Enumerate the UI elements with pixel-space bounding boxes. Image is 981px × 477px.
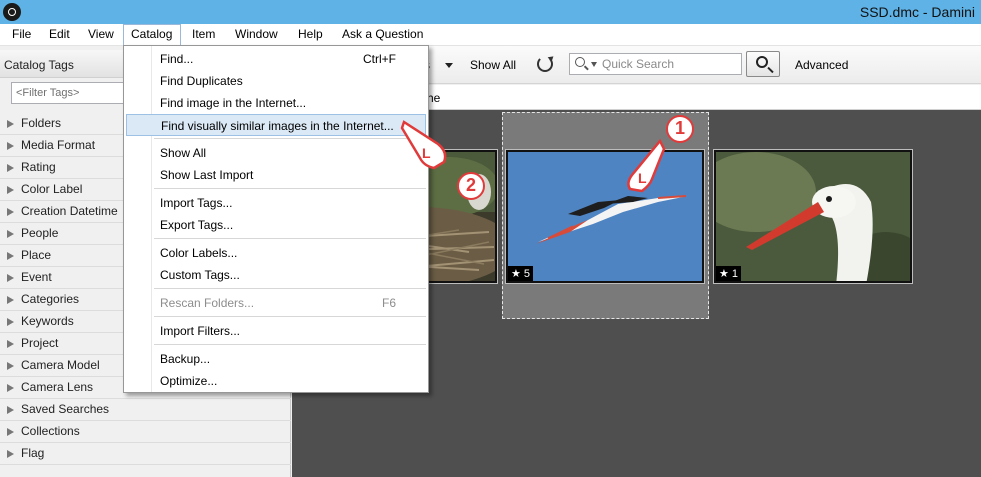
tree-item-flag[interactable]: Flag: [0, 443, 291, 465]
tap-hand-icon: L: [627, 138, 666, 193]
tap-hand-icon: L: [400, 120, 447, 170]
menu-custom-tags[interactable]: Custom Tags...: [126, 264, 426, 286]
menu-separator: [154, 288, 426, 289]
menu-ask-question[interactable]: Ask a Question: [335, 24, 430, 46]
expand-arrow-icon[interactable]: [7, 450, 14, 458]
menu-catalog[interactable]: Catalog: [123, 24, 181, 46]
window-title: SSD.dmc - Damini: [859, 4, 975, 20]
menu-window[interactable]: Window: [228, 24, 285, 46]
flying-stork-image: [508, 152, 702, 281]
menu-separator: [154, 316, 426, 317]
expand-arrow-icon[interactable]: [7, 142, 14, 150]
magnifier-icon: [756, 56, 768, 68]
stork-head-image: [716, 152, 910, 281]
expand-arrow-icon[interactable]: [7, 406, 14, 414]
menu-import-tags[interactable]: Import Tags...: [126, 192, 426, 214]
panel-title: Catalog Tags: [4, 58, 74, 72]
menu-find-similar-internet[interactable]: Find visually similar images in the Inte…: [126, 114, 426, 136]
menu-import-filters[interactable]: Import Filters...: [126, 320, 426, 342]
chevron-down-icon[interactable]: [445, 63, 453, 68]
menu-separator: [154, 188, 426, 189]
menu-find-image-internet[interactable]: Find image in the Internet...: [126, 92, 426, 114]
menu-separator: [154, 138, 426, 139]
svg-text:L: L: [422, 145, 431, 161]
quick-search-box: [569, 53, 742, 75]
show-all-button[interactable]: Show All: [470, 58, 516, 72]
expand-arrow-icon[interactable]: [7, 274, 14, 282]
expand-arrow-icon[interactable]: [7, 252, 14, 260]
expand-arrow-icon[interactable]: [7, 384, 14, 392]
title-bar: SSD.dmc - Damini: [0, 0, 981, 24]
expand-arrow-icon[interactable]: [7, 428, 14, 436]
search-button[interactable]: [746, 51, 780, 77]
search-icon[interactable]: [575, 57, 585, 67]
expand-arrow-icon[interactable]: [7, 318, 14, 326]
rating-badge: ★ 1: [716, 266, 742, 281]
rating-badge: ★ 5: [508, 266, 534, 281]
breadcrumb-text: he: [427, 91, 441, 105]
annotation-step-2: 2: [457, 172, 485, 200]
tree-item-saved-searches[interactable]: Saved Searches: [0, 399, 291, 421]
menu-file[interactable]: File: [5, 24, 38, 46]
app-logo-icon[interactable]: [3, 3, 21, 21]
menu-view[interactable]: View: [81, 24, 121, 46]
expand-arrow-icon[interactable]: [7, 164, 14, 172]
menu-edit[interactable]: Edit: [42, 24, 77, 46]
menu-show-last-import[interactable]: Show Last Import: [126, 164, 426, 186]
advanced-search-button[interactable]: Advanced: [795, 58, 848, 72]
thumbnail-stork-head[interactable]: ★ 1: [713, 149, 913, 284]
expand-arrow-icon[interactable]: [7, 120, 14, 128]
menu-separator: [154, 238, 426, 239]
expand-arrow-icon[interactable]: [7, 362, 14, 370]
thumbnail-flying-stork[interactable]: ★ 5: [505, 149, 705, 284]
menu-find-duplicates[interactable]: Find Duplicates: [126, 70, 426, 92]
menu-find[interactable]: Find... Ctrl+F: [126, 48, 426, 70]
menu-color-labels[interactable]: Color Labels...: [126, 242, 426, 264]
search-options-chevron-icon[interactable]: [591, 62, 597, 67]
catalog-menu: Find... Ctrl+F Find Duplicates Find image…: [123, 45, 429, 393]
expand-arrow-icon[interactable]: [7, 340, 14, 348]
expand-arrow-icon[interactable]: [7, 186, 14, 194]
tree-item-collections[interactable]: Collections: [0, 421, 291, 443]
menu-item[interactable]: Item: [185, 24, 222, 46]
menu-export-tags[interactable]: Export Tags...: [126, 214, 426, 236]
menu-bar: File Edit View Catalog Item Window Help …: [0, 24, 981, 46]
menu-optimize[interactable]: Optimize...: [126, 370, 426, 392]
menu-backup[interactable]: Backup...: [126, 348, 426, 370]
svg-text:L: L: [638, 170, 647, 186]
expand-arrow-icon[interactable]: [7, 296, 14, 304]
menu-rescan-folders[interactable]: Rescan Folders... F6: [126, 292, 426, 314]
menu-help[interactable]: Help: [291, 24, 330, 46]
quick-search-input[interactable]: [602, 55, 740, 73]
menu-show-all[interactable]: Show All: [126, 142, 426, 164]
expand-arrow-icon[interactable]: [7, 208, 14, 216]
menu-separator: [154, 344, 426, 345]
expand-arrow-icon[interactable]: [7, 230, 14, 238]
refresh-icon[interactable]: [537, 56, 553, 72]
